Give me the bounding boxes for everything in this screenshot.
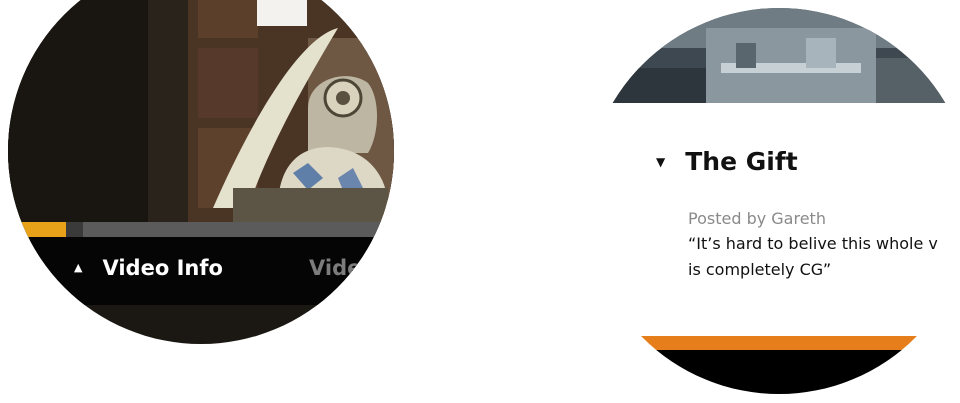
post-card[interactable]: ▼ The Gift Posted by Gareth “It’s hard t… [586, 103, 960, 336]
bottom-bar [586, 350, 960, 394]
tab-video-info-label: Video Info [102, 256, 223, 280]
post-byline: Posted by Gareth [688, 209, 826, 228]
post-title: The Gift [685, 147, 798, 176]
caret-up-icon: ▲ [74, 260, 83, 274]
post-watch-screen: ▼ The Gift Posted by Gareth “It’s hard t… [586, 8, 960, 394]
caret-down-icon: ▼ [656, 154, 666, 169]
video-watch-screen: ▲ Video Info Videos [8, 0, 394, 344]
post-title-row[interactable]: ▼ The Gift [656, 147, 798, 176]
tab-videos[interactable]: Videos [309, 256, 388, 280]
accent-bar [586, 336, 960, 350]
tab-videos-label: Videos [309, 256, 389, 280]
overlay-corner [257, 0, 307, 26]
video-player-area: ▲ Video Info Videos [8, 0, 394, 305]
tab-video-info[interactable]: ▲ Video Info [74, 256, 223, 280]
post-hero-image [586, 8, 960, 103]
post-quote: “It’s hard to belive this whole v is com… [688, 234, 938, 279]
video-tab-bar: ▲ Video Info Videos [8, 237, 394, 305]
progress-fill [8, 222, 66, 237]
video-frame[interactable] [8, 0, 394, 222]
video-progress-bar[interactable] [8, 222, 394, 237]
progress-track [83, 222, 394, 237]
